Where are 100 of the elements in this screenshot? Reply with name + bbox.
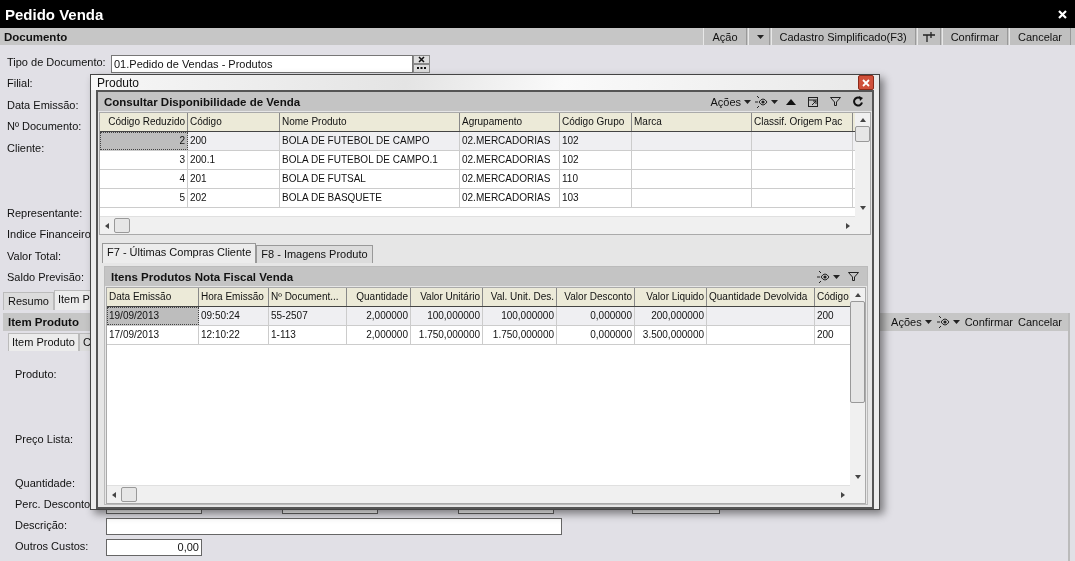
table-cell: 200.1 <box>190 154 216 165</box>
table-row[interactable]: 3 200.1 BOLA DE FUTEBOL DE CAMPO.1 02.MERCADORIAS 102 <box>100 151 855 170</box>
column-header[interactable]: Quantidade <box>347 288 411 306</box>
clear-button[interactable] <box>413 54 430 64</box>
column-header[interactable]: Valor Unitário <box>411 288 483 306</box>
column-header[interactable]: Valor Liquido <box>635 288 707 306</box>
table-row[interactable]: 19/09/2013 09:50:24 55-2507 2,000000 100,000000 100,000000 0,000000 200,000000 200 <box>107 307 850 326</box>
table-cell: 110 <box>562 173 578 184</box>
toolbar-button[interactable]: Confirmar <box>964 313 1013 330</box>
caret-icon <box>744 99 751 104</box>
vertical-scrollbar[interactable] <box>850 288 865 503</box>
close-icon <box>418 55 425 63</box>
pin-icon <box>922 31 935 42</box>
column-header[interactable]: Quantidade Devolvida <box>707 288 815 306</box>
column-header[interactable]: Nº Document... <box>269 288 347 306</box>
filter-icon <box>848 272 859 281</box>
horizontal-scrollbar[interactable] <box>100 216 855 234</box>
view-options-button[interactable] <box>817 268 840 285</box>
triangle-up-icon <box>786 98 796 105</box>
table-cell: 100,000000 <box>427 310 480 321</box>
column-header[interactable]: Classif. Origem Pac <box>752 113 853 131</box>
table-cell: 200 <box>817 329 834 340</box>
scroll-arrow-icon[interactable] <box>854 474 861 480</box>
table-cell: 02.MERCADORIAS <box>462 154 551 165</box>
scroll-arrow-icon[interactable] <box>111 491 117 498</box>
scroll-arrow-icon[interactable] <box>859 117 866 123</box>
browse-button[interactable] <box>413 63 430 73</box>
column-header[interactable]: Código Reduzido <box>100 113 188 131</box>
scroll-arrow-icon[interactable] <box>840 491 846 498</box>
caret-icon <box>924 319 932 324</box>
vertical-scrollbar[interactable] <box>855 113 870 234</box>
eye-icon <box>755 95 768 108</box>
scroll-thumb[interactable] <box>114 218 130 233</box>
table-cell: 200,000000 <box>651 310 704 321</box>
tab[interactable]: F7 - Últimas Compras Cliente <box>102 243 257 263</box>
actions-menu-button[interactable]: Ações <box>891 313 932 330</box>
table-cell: 102 <box>562 154 579 165</box>
table-cell: 2,000000 <box>366 329 408 340</box>
view-options-button[interactable] <box>755 93 778 110</box>
table-cell: 09:50:24 <box>201 310 240 321</box>
table-cell: 17/09/2013 <box>109 329 160 340</box>
toolbar-button[interactable]: Cancelar <box>1008 28 1071 45</box>
column-header[interactable]: Agrupamento <box>460 113 560 131</box>
table-cell: BOLA DE FUTEBOL DE CAMPO <box>282 135 430 146</box>
document-type-field[interactable]: 01.Pedido de Vendas - Produtos <box>111 54 413 73</box>
actions-menu-button[interactable]: Ações <box>710 93 751 110</box>
close-icon[interactable] <box>1058 9 1067 19</box>
pin-button[interactable] <box>916 28 941 45</box>
table-cell: 103 <box>562 192 579 203</box>
tab[interactable]: F8 - Imagens Produto <box>256 245 373 263</box>
table-cell: 2,000000 <box>366 310 408 321</box>
tab[interactable]: Resumo <box>3 291 54 310</box>
scroll-thumb[interactable] <box>121 487 137 502</box>
table-cell: 102 <box>562 135 579 146</box>
column-header[interactable]: Código <box>188 113 280 131</box>
field-label: Nº Documento: <box>6 119 82 132</box>
scroll-arrow-icon[interactable] <box>854 292 861 298</box>
toolbar-button[interactable]: Confirmar <box>941 28 1008 45</box>
toolbar-button[interactable]: Ação <box>703 28 747 45</box>
view-options-button[interactable] <box>936 313 960 330</box>
dropdown-button[interactable] <box>747 28 770 45</box>
column-header[interactable]: Valor Desconto <box>557 288 635 306</box>
table-row[interactable]: 5 202 BOLA DE BASQUETE 02.MERCADORIAS 103 <box>100 189 855 208</box>
column-header[interactable]: Código Grupo <box>560 113 632 131</box>
tab[interactable]: Item Produto <box>8 332 79 351</box>
toolbar-button[interactable]: Cadastro Simplificado(F3) <box>770 28 916 45</box>
table-cell: 202 <box>190 192 207 203</box>
column-header[interactable]: Hora Emissão <box>199 288 269 306</box>
scroll-thumb[interactable] <box>855 126 870 142</box>
field-label: Produto: <box>14 366 57 380</box>
table-cell: 0,000000 <box>590 310 632 321</box>
horizontal-scrollbar[interactable] <box>107 485 850 503</box>
close-button[interactable] <box>858 75 874 90</box>
scroll-arrow-icon[interactable] <box>859 205 866 211</box>
column-header[interactable]: Nome Produto <box>280 113 460 131</box>
column-header[interactable]: Data Emissão <box>107 288 199 306</box>
scroll-arrow-icon[interactable] <box>104 222 110 229</box>
table-row[interactable]: 4 201 BOLA DE FUTSAL 02.MERCADORIAS 110 <box>100 170 855 189</box>
section-title: Consultar Disponibilidade de Venda <box>104 95 301 108</box>
caret-icon <box>952 319 960 324</box>
field-label: Tipo de Documento: <box>6 55 106 68</box>
table-cell: 0,000000 <box>590 329 632 340</box>
field-label: Data Emissão: <box>6 97 79 111</box>
column-header[interactable]: Marca <box>632 113 752 131</box>
tab[interactable]: Item P <box>53 289 92 310</box>
table-cell: 100,000000 <box>501 310 554 321</box>
window-icon <box>808 96 818 107</box>
table-row[interactable]: 2 200 BOLA DE FUTEBOL DE CAMPO 02.MERCADORIAS 102 <box>100 132 855 151</box>
cost-field[interactable]: 0,00 <box>106 539 202 556</box>
field-label: Indice Financeiro <box>6 227 91 240</box>
table-cell: 2 <box>179 135 185 146</box>
scroll-arrow-icon[interactable] <box>845 222 851 229</box>
description-field[interactable] <box>106 518 562 535</box>
table-cell: 1.750,000000 <box>492 329 554 340</box>
column-header[interactable]: Val. Unit. Des. <box>483 288 557 306</box>
table-cell: 201 <box>190 173 207 184</box>
scroll-thumb[interactable] <box>850 301 865 403</box>
toolbar-button[interactable]: Cancelar <box>1017 313 1062 330</box>
field-label: Descrição: <box>14 518 67 531</box>
table-cell: 3 <box>179 154 185 165</box>
